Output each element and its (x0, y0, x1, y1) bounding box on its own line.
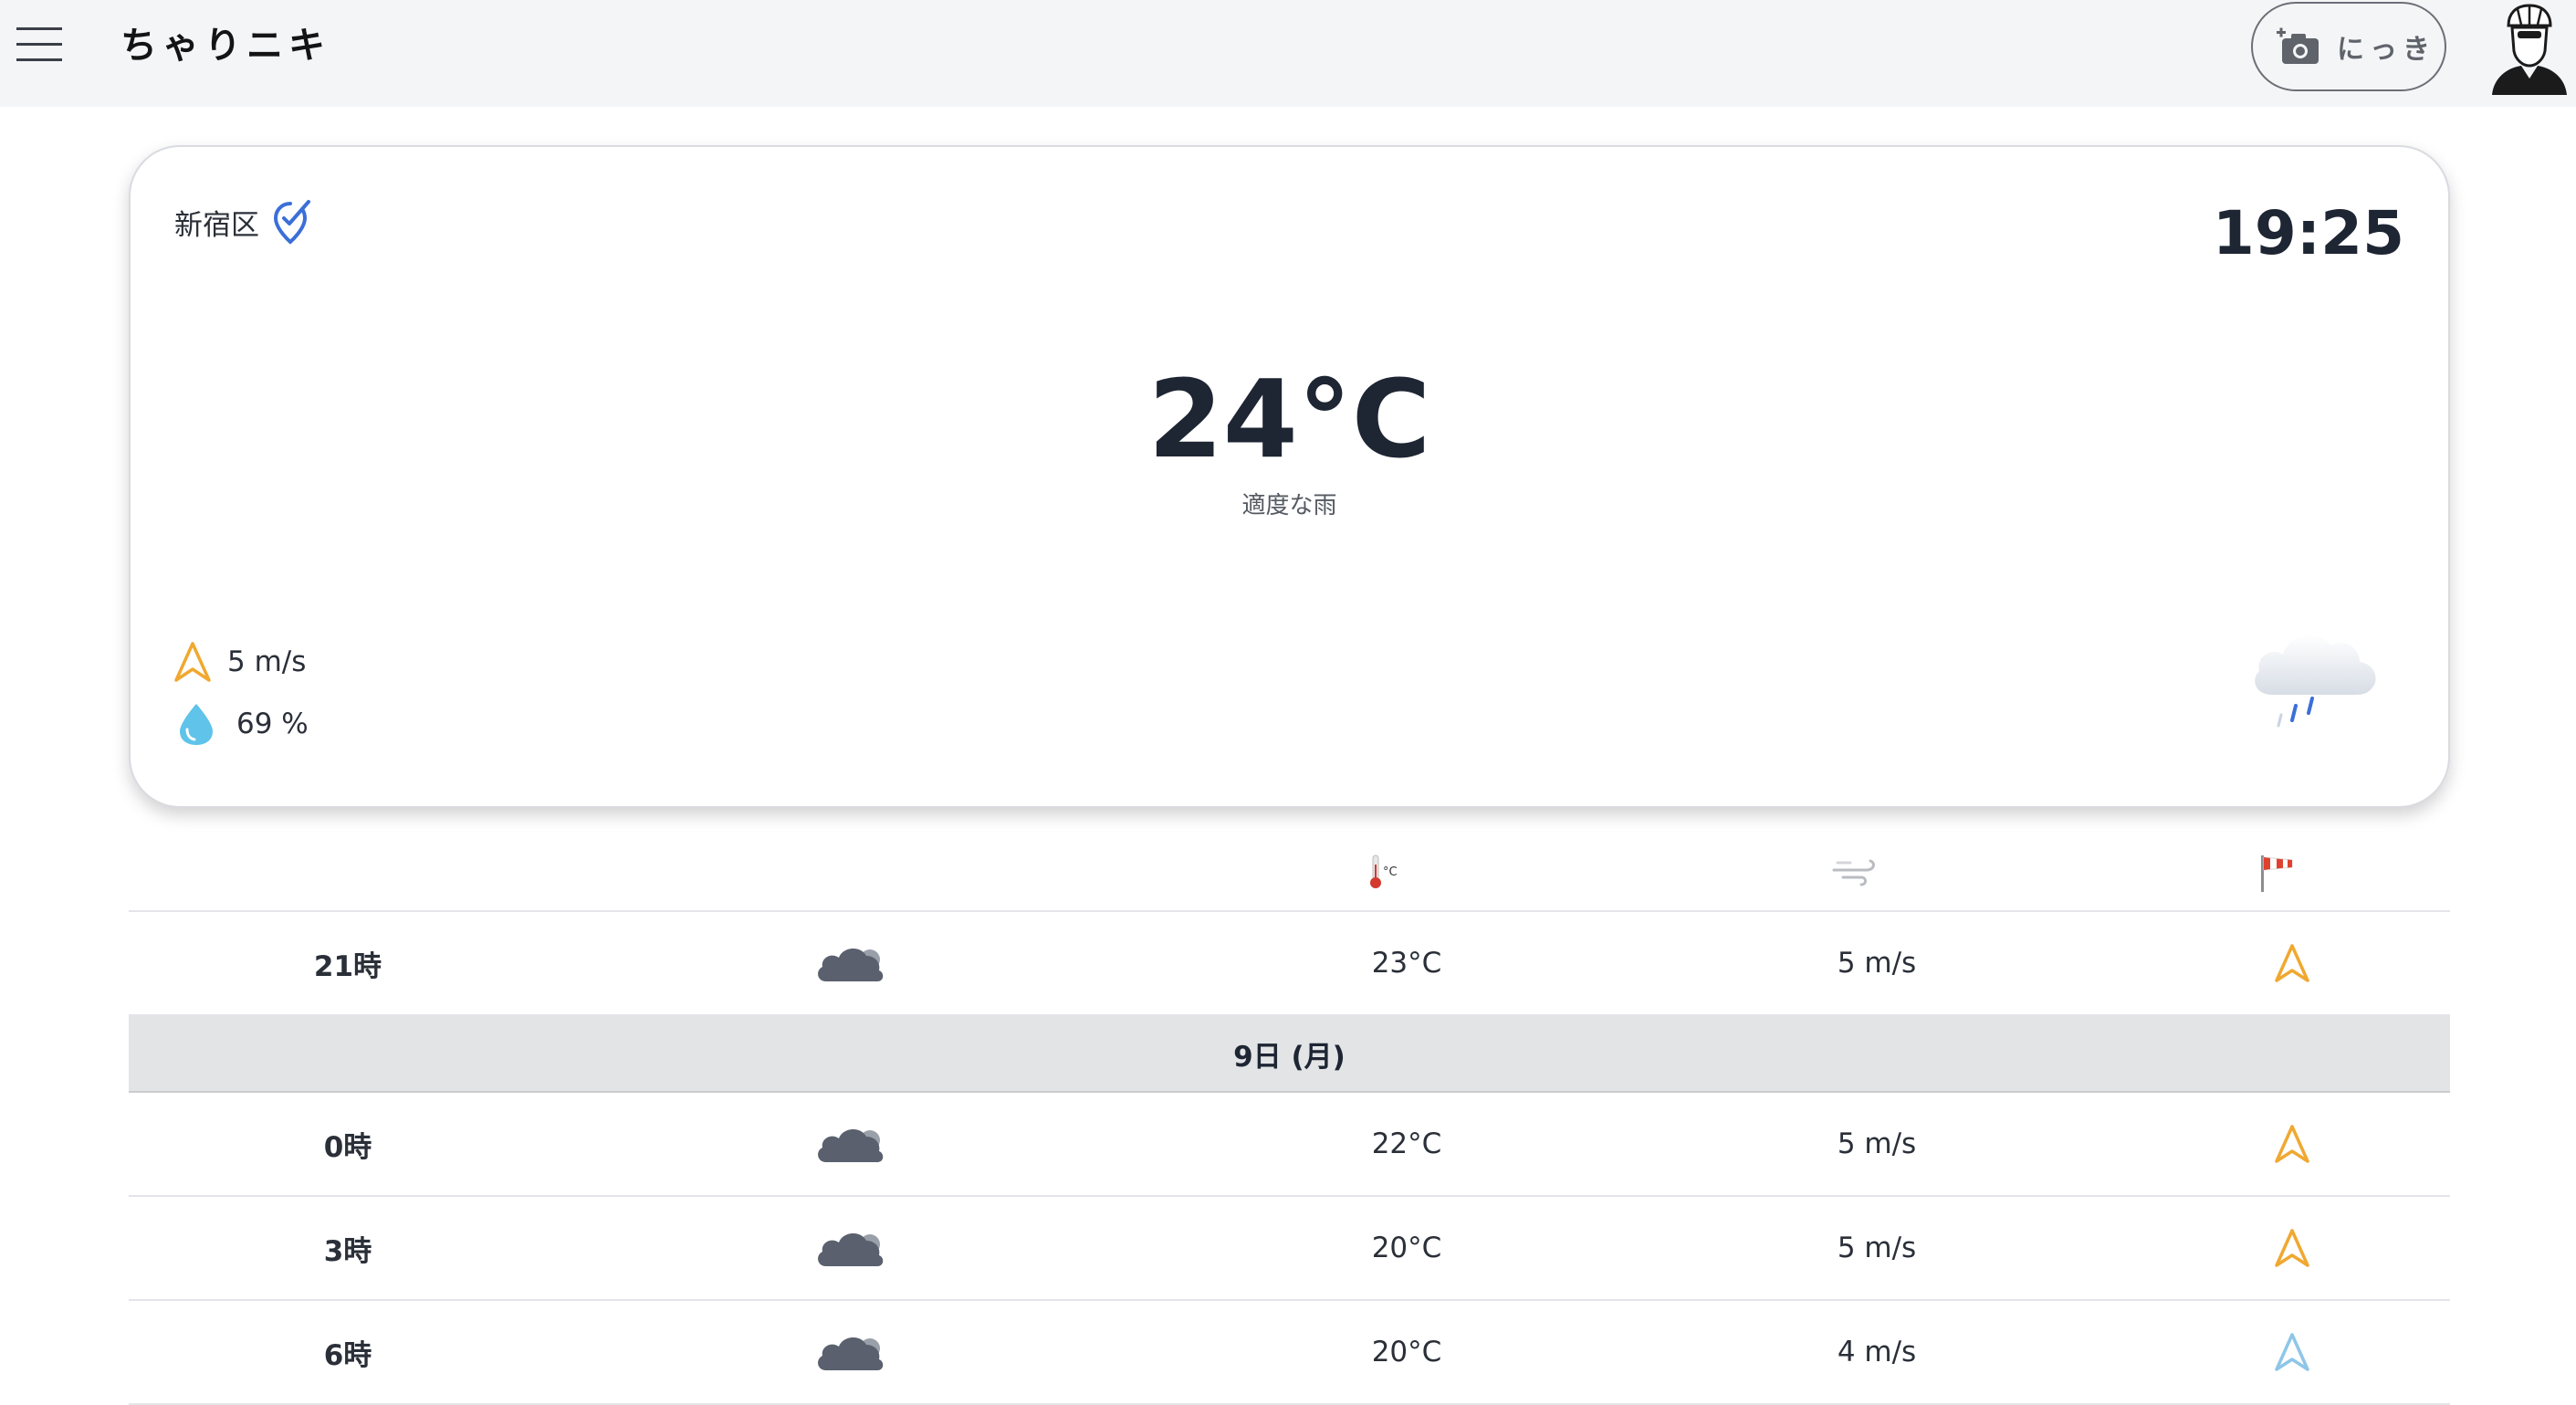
table-row: 0時 22°C 5 m/s (129, 1093, 2450, 1197)
wind-speed: 5 m/s (173, 640, 306, 684)
current-weather-card: 新宿区 19:25 24°C 適度な雨 5 m/s 69 % (129, 145, 2450, 808)
location[interactable]: 新宿区 (174, 198, 312, 246)
svg-text:°C: °C (1383, 865, 1398, 879)
hourly-forecast-table: °C 21時 23°C 5 m/s 9日 (月) 0時 22°C 5 m/s 3… (129, 826, 2450, 1405)
dark-cloud-icon (818, 1128, 884, 1162)
wind-gust-icon (1832, 859, 1875, 886)
rain-cloud-icon (2255, 634, 2376, 728)
thermometer-icon: °C (1370, 855, 1398, 888)
diary-button[interactable]: にっき (2251, 2, 2446, 91)
wind-direction-arrow-icon (2275, 1333, 2309, 1371)
forecast-hour: 0時 (323, 1130, 372, 1164)
table-row: 3時 20°C 5 m/s (129, 1197, 2450, 1301)
forecast-weather (768, 912, 932, 1014)
diary-button-label: にっき (2337, 34, 2435, 66)
wind-direction-arrow-icon (2275, 944, 2309, 982)
forecast-wind-speed: 5 m/s (1837, 1127, 1917, 1160)
forecast-temperature: 20°C (1371, 1232, 1442, 1264)
forecast-weather (768, 1093, 932, 1195)
forecast-wind-direction (2219, 1093, 2365, 1195)
dark-cloud-icon (818, 1337, 884, 1370)
forecast-wind-speed: 4 m/s (1837, 1336, 1917, 1368)
forecast-temperature: 23°C (1371, 947, 1442, 980)
forecast-wind-direction (2219, 912, 2365, 1014)
hamburger-menu-icon[interactable] (16, 26, 62, 64)
camera-plus-icon (2277, 27, 2319, 64)
forecast-wind-direction (2219, 1301, 2365, 1403)
forecast-hour: 21時 (313, 949, 382, 983)
forecast-temperature: 22°C (1371, 1127, 1442, 1160)
forecast-wind-speed: 5 m/s (1837, 947, 1917, 980)
forecast-weather (768, 1301, 932, 1403)
forecast-hour: 6時 (323, 1338, 372, 1372)
humidity: 69 % (173, 702, 309, 746)
weather-description: 適度な雨 (1241, 492, 1337, 519)
humidity-value: 69 % (236, 708, 309, 740)
day-separator: 9日 (月) (129, 1016, 2450, 1093)
forecast-wind-speed: 5 m/s (1837, 1232, 1917, 1264)
wind-direction-arrow-icon (2275, 1229, 2309, 1267)
forecast-weather (768, 1197, 932, 1299)
dark-cloud-icon (818, 1232, 884, 1266)
location-name: 新宿区 (174, 208, 259, 242)
table-header: °C (129, 826, 2450, 912)
dark-cloud-icon (818, 948, 884, 981)
current-temperature: 24°C (1147, 356, 1431, 482)
wind-direction-arrow-icon (174, 642, 211, 682)
forecast-wind-direction (2219, 1197, 2365, 1299)
forecast-hour: 3時 (323, 1234, 372, 1268)
current-time: 19:25 (2212, 198, 2404, 268)
location-pin-check-icon[interactable] (272, 198, 312, 246)
water-drop-icon (180, 704, 213, 745)
windsock-flag-icon (2261, 855, 2293, 892)
wind-speed-value: 5 m/s (227, 645, 307, 678)
top-bar: ちゃりニキ にっき (0, 0, 2576, 107)
app-logo[interactable]: ちゃりニキ (120, 18, 330, 73)
cyclist-helmet-avatar-icon[interactable] (2490, 0, 2569, 95)
wind-direction-arrow-icon (2275, 1125, 2309, 1163)
table-row: 21時 23°C 5 m/s (129, 912, 2450, 1016)
forecast-temperature: 20°C (1371, 1336, 1442, 1368)
